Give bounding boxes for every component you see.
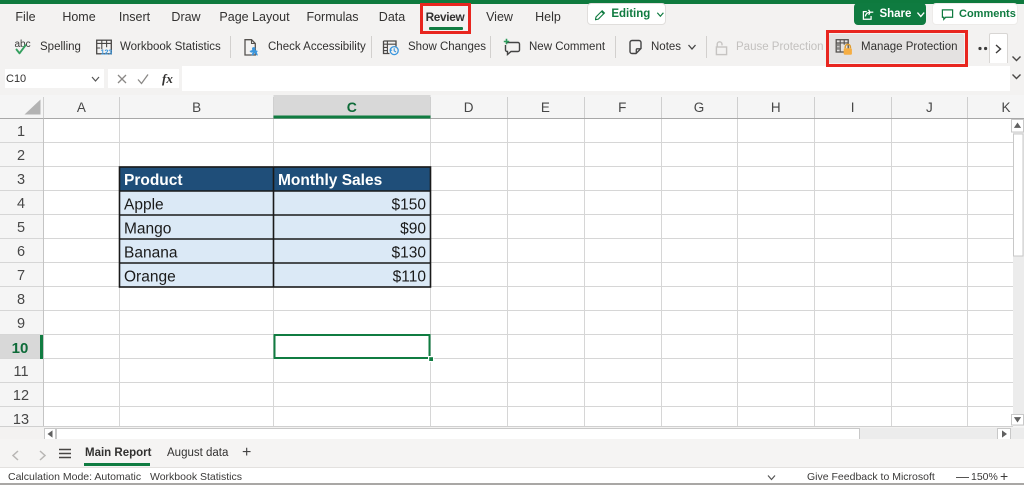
svg-text:$150: $150 bbox=[392, 197, 427, 214]
svg-text:Orange: Orange bbox=[124, 269, 176, 286]
svg-text:C: C bbox=[347, 99, 357, 115]
svg-text:Banana: Banana bbox=[124, 245, 178, 262]
svg-text:B: B bbox=[192, 100, 201, 115]
svg-text:$90: $90 bbox=[400, 221, 426, 238]
svg-text:A: A bbox=[77, 100, 86, 115]
svg-text:Monthly Sales: Monthly Sales bbox=[278, 172, 382, 189]
svg-text:6: 6 bbox=[17, 244, 25, 260]
svg-text:5: 5 bbox=[17, 220, 25, 236]
svg-text:Product: Product bbox=[124, 172, 183, 189]
svg-text:9: 9 bbox=[17, 316, 25, 332]
svg-text:E: E bbox=[541, 100, 550, 115]
svg-text:3: 3 bbox=[17, 172, 25, 188]
svg-text:G: G bbox=[694, 100, 705, 115]
svg-text:$130: $130 bbox=[392, 245, 427, 262]
svg-text:11: 11 bbox=[13, 364, 28, 380]
svg-text:1: 1 bbox=[17, 124, 25, 140]
svg-text:4: 4 bbox=[17, 196, 25, 212]
svg-text:7: 7 bbox=[17, 268, 25, 284]
svg-text:D: D bbox=[464, 100, 474, 115]
svg-text:2: 2 bbox=[17, 148, 25, 164]
svg-text:Mango: Mango bbox=[124, 221, 171, 238]
svg-text:8: 8 bbox=[17, 292, 25, 308]
svg-text:I: I bbox=[851, 100, 855, 115]
svg-text:12: 12 bbox=[13, 388, 29, 404]
svg-text:F: F bbox=[618, 100, 626, 115]
svg-text:10: 10 bbox=[12, 340, 29, 357]
svg-text:13: 13 bbox=[13, 412, 29, 427]
svg-text:$110: $110 bbox=[393, 269, 427, 286]
svg-text:J: J bbox=[926, 100, 933, 115]
svg-text:H: H bbox=[771, 100, 781, 115]
svg-text:Apple: Apple bbox=[124, 197, 164, 214]
svg-text:123: 123 bbox=[101, 49, 113, 56]
svg-text:K: K bbox=[1001, 100, 1010, 115]
